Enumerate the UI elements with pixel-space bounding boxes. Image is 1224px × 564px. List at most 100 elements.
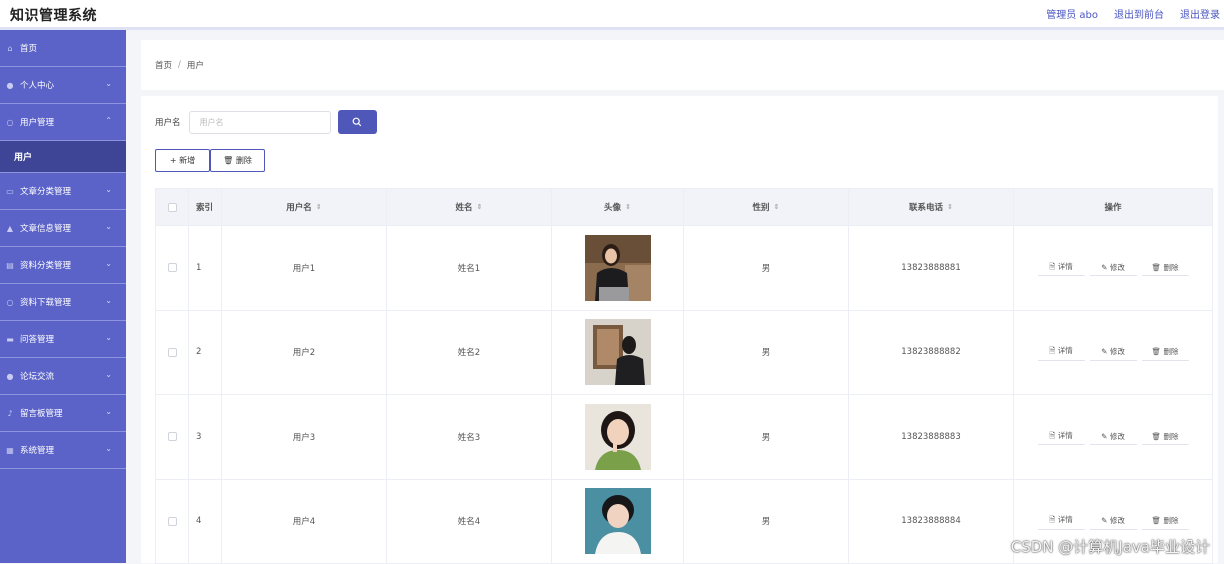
sidebar-item-home[interactable]: ⌂ 首页: [0, 30, 126, 67]
breadcrumb-home[interactable]: 首页: [155, 59, 172, 71]
sidebar-item-material-download[interactable]: ○ 资料下载管理 ⌄: [0, 284, 126, 321]
row-username: 用户2: [222, 311, 387, 395]
row-avatar-cell: [552, 226, 684, 310]
detail-button[interactable]: 🗎 详情: [1038, 428, 1085, 445]
header-phone[interactable]: 联系电话 ⇕: [849, 189, 1014, 225]
sort-icon[interactable]: ⇕: [947, 203, 953, 211]
row-index: 1: [189, 226, 222, 310]
row-checkbox[interactable]: [168, 348, 177, 357]
sidebar-subitem-users[interactable]: 用户: [0, 141, 126, 173]
edit-button[interactable]: ✎ 修改: [1090, 513, 1137, 530]
table-row: 3 用户3 姓名3 男 13823888883 🗎 详情 ✎ 修改 🗑 删除: [156, 395, 1213, 480]
header-gender[interactable]: 性别⇕: [684, 189, 849, 225]
search-button[interactable]: [338, 110, 377, 134]
add-button[interactable]: + 新增: [155, 149, 210, 172]
row-select-cell: [156, 311, 189, 395]
row-avatar-cell: [552, 480, 684, 564]
detail-button[interactable]: 🗎 详情: [1038, 259, 1085, 276]
sidebar-item-article-category[interactable]: ▭ 文章分类管理 ⌄: [0, 173, 126, 210]
sidebar-item-profile[interactable]: ● 个人中心 ⌄: [0, 67, 126, 104]
row-actions: 🗎 详情 ✎ 修改 🗑 删除: [1014, 395, 1213, 479]
logout-link[interactable]: 退出登录: [1180, 6, 1220, 21]
row-name: 姓名1: [387, 226, 552, 310]
header-phone-label: 联系电话: [909, 201, 943, 213]
row-action-group: 🗎 详情 ✎ 修改 🗑 删除: [1038, 513, 1189, 530]
edit-button[interactable]: ✎ 修改: [1090, 344, 1137, 361]
row-gender: 男: [684, 226, 849, 310]
header-actions: 操作: [1014, 189, 1213, 225]
row-select-cell: [156, 480, 189, 564]
detail-button[interactable]: 🗎 详情: [1038, 513, 1085, 530]
row-phone: 13823888881: [849, 226, 1014, 310]
sort-icon[interactable]: ⇕: [477, 203, 483, 211]
folder-icon: ▭: [5, 186, 15, 196]
edit-button[interactable]: ✎ 修改: [1090, 428, 1137, 445]
sidebar-item-label: 留言板管理: [20, 407, 63, 419]
avatar: [585, 235, 651, 301]
header-avatar[interactable]: 头像 ⇕: [552, 189, 684, 225]
row-gender: 男: [684, 480, 849, 564]
sidebar-item-user-management[interactable]: ○ 用户管理 ⌃: [0, 104, 126, 141]
search-icon: [352, 117, 362, 127]
row-action-group: 🗎 详情 ✎ 修改 🗑 删除: [1038, 259, 1189, 276]
chevron-up-icon: ⌃: [105, 116, 112, 125]
sidebar-item-forum[interactable]: ● 论坛交流 ⌄: [0, 358, 126, 395]
row-delete-button[interactable]: 🗑 删除: [1142, 259, 1189, 276]
row-delete-button[interactable]: 🗑 删除: [1142, 344, 1189, 361]
detail-button[interactable]: 🗎 详情: [1038, 344, 1085, 361]
avatar: [585, 488, 651, 554]
breadcrumb-separator: /: [178, 60, 181, 70]
sidebar-item-material-category[interactable]: ▤ 资料分类管理 ⌄: [0, 247, 126, 284]
row-name: 姓名2: [387, 311, 552, 395]
row-phone: 13823888884: [849, 480, 1014, 564]
row-checkbox[interactable]: [168, 432, 177, 441]
chevron-down-icon: ⌄: [105, 407, 112, 416]
breadcrumb: 首页 / 用户: [141, 40, 1224, 90]
sidebar-item-article-info[interactable]: ▲ 文章信息管理 ⌄: [0, 210, 126, 247]
main-panel: 用户名 用户名 + 新增 🗑 删除 索引 用户名⇕ 姓名⇕ 头像⇕ 性别⇕ 联系…: [141, 96, 1224, 563]
header-avatar-label: 头像: [604, 201, 621, 213]
sidebar-item-label: 系统管理: [20, 444, 54, 456]
chevron-down-icon: ⌄: [105, 444, 112, 453]
delete-button[interactable]: 🗑 删除: [210, 149, 265, 172]
sidebar-item-system[interactable]: ▦ 系统管理 ⌄: [0, 432, 126, 469]
header-username-label: 用户名: [286, 201, 312, 213]
sidebar-item-qa[interactable]: ▬ 问答管理 ⌄: [0, 321, 126, 358]
chevron-down-icon: ⌄: [105, 259, 112, 268]
row-checkbox[interactable]: [168, 263, 177, 272]
table-header-row: 索引 用户名⇕ 姓名⇕ 头像⇕ 性别⇕ 联系电话⇕ 操作: [156, 189, 1213, 226]
sort-icon[interactable]: ⇕: [774, 203, 780, 211]
search-input[interactable]: 用户名: [189, 111, 331, 134]
top-header: 知识管理系统 管理员 abo 退出到前台 退出登录: [0, 0, 1224, 30]
row-phone: 13823888882: [849, 311, 1014, 395]
row-name: 姓名4: [387, 480, 552, 564]
row-index: 4: [189, 480, 222, 564]
sidebar-item-label: 问答管理: [20, 333, 54, 345]
row-checkbox[interactable]: [168, 517, 177, 526]
sort-icon[interactable]: ⇕: [316, 203, 322, 211]
sidebar-item-message-board[interactable]: ♪ 留言板管理 ⌄: [0, 395, 126, 432]
avatar: [585, 404, 651, 470]
row-username: 用户3: [222, 395, 387, 479]
sort-icon[interactable]: ⇕: [625, 203, 631, 211]
grid-icon: ▦: [5, 445, 15, 455]
chevron-down-icon: ⌄: [105, 222, 112, 231]
edit-button[interactable]: ✎ 修改: [1090, 259, 1137, 276]
users-table: 索引 用户名⇕ 姓名⇕ 头像⇕ 性别⇕ 联系电话⇕ 操作 1 用户1 姓名1: [155, 188, 1213, 564]
app-title: 知识管理系统: [10, 5, 97, 25]
row-avatar-cell: [552, 395, 684, 479]
row-name: 姓名3: [387, 395, 552, 479]
row-delete-button[interactable]: 🗑 删除: [1142, 428, 1189, 445]
row-delete-button[interactable]: 🗑 删除: [1142, 513, 1189, 530]
row-phone: 13823888883: [849, 395, 1014, 479]
row-gender: 男: [684, 311, 849, 395]
chevron-down-icon: ⌄: [105, 370, 112, 379]
header-name[interactable]: 姓名⇕: [387, 189, 552, 225]
sidebar-item-label: 用户管理: [20, 116, 54, 128]
select-all-checkbox[interactable]: [168, 203, 177, 212]
row-username: 用户1: [222, 226, 387, 310]
admin-label: 管理员 abo: [1046, 6, 1098, 21]
row-actions: 🗎 详情 ✎ 修改 🗑 删除: [1014, 311, 1213, 395]
header-username[interactable]: 用户名 ⇕: [222, 189, 387, 225]
back-to-front-link[interactable]: 退出到前台: [1114, 6, 1164, 21]
